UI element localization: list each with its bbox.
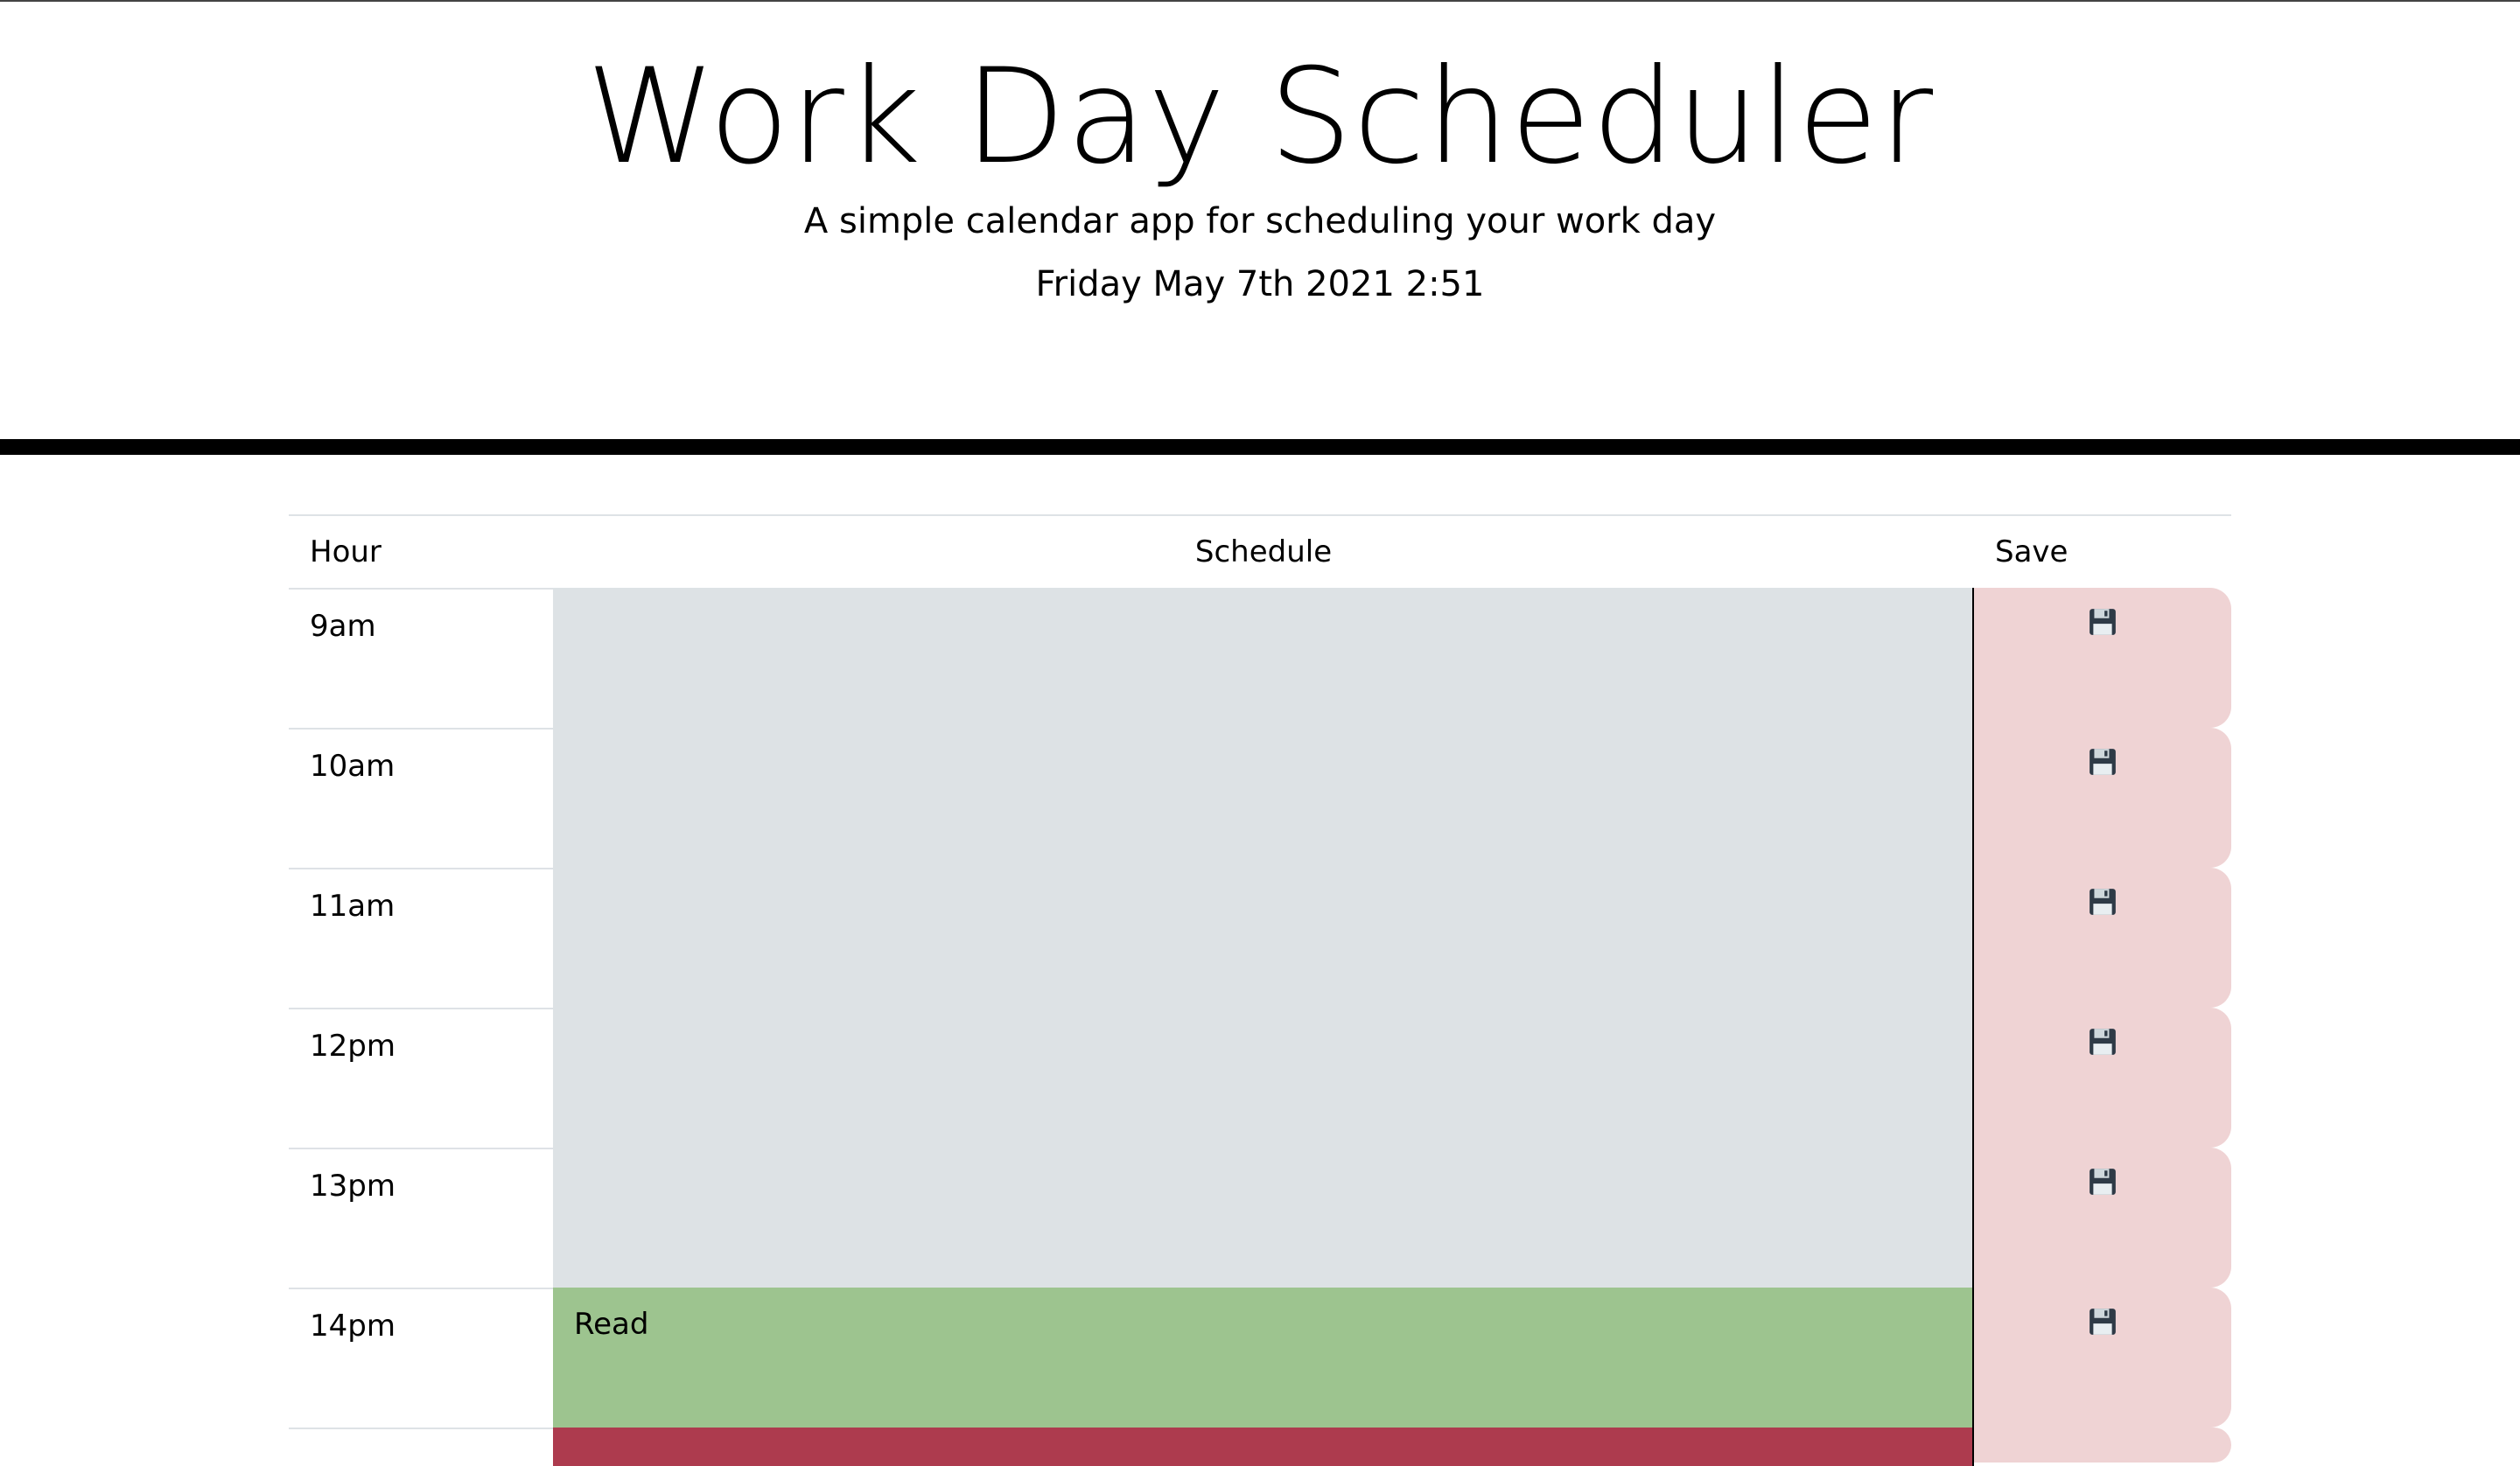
schedule-textarea[interactable] (553, 868, 1974, 1008)
time-block-row: 14pm Read (289, 1288, 2231, 1428)
floppy-disk-icon (2090, 1309, 2116, 1335)
schedule-textarea[interactable] (553, 1428, 1974, 1466)
schedule-textarea[interactable] (553, 728, 1974, 868)
time-block-row: 13pm (289, 1148, 2231, 1288)
hour-label: 10am (289, 728, 553, 868)
schedule-textarea[interactable] (553, 1008, 1974, 1148)
current-day: Friday May 7th 2021 2:51 (1035, 264, 1485, 304)
page-title: Work Day Scheduler (585, 41, 1935, 193)
time-block-row: 9am (289, 588, 2231, 728)
save-button[interactable] (1974, 1008, 2231, 1148)
schedule-column-header: Schedule (1194, 534, 1333, 569)
floppy-disk-icon (2090, 609, 2116, 635)
schedule-textarea[interactable]: Read (553, 1288, 1974, 1428)
hour-label: 11am (289, 868, 553, 1008)
hour-label: 9am (289, 588, 553, 728)
schedule-textarea[interactable] (553, 588, 1974, 728)
hour-column-header: Hour (310, 534, 382, 569)
save-button[interactable] (1974, 868, 2231, 1008)
page-subtitle: A simple calendar app for scheduling you… (803, 201, 1717, 241)
hour-label (289, 1428, 553, 1463)
save-button[interactable] (1974, 1148, 2231, 1288)
table-header: Hour Schedule Save (289, 514, 2231, 588)
hour-label: 14pm (289, 1288, 553, 1428)
save-button[interactable] (1974, 1288, 2231, 1428)
save-column-header: Save (1995, 534, 2068, 569)
scheduler-table: Hour Schedule Save 9am 10am 11am 12pm 13… (289, 514, 2231, 1466)
save-button[interactable] (1974, 588, 2231, 728)
floppy-disk-icon (2090, 749, 2116, 775)
time-block-row (289, 1428, 2231, 1466)
time-block-row: 12pm (289, 1008, 2231, 1148)
time-block-row: 10am (289, 728, 2231, 868)
floppy-disk-icon (2090, 1029, 2116, 1055)
page-header: Work Day Scheduler A simple calendar app… (0, 2, 2520, 455)
time-block-row: 11am (289, 868, 2231, 1008)
save-button[interactable] (1974, 728, 2231, 868)
hour-label: 12pm (289, 1008, 553, 1148)
schedule-textarea[interactable] (553, 1148, 1974, 1288)
hour-label: 13pm (289, 1148, 553, 1288)
save-button[interactable] (1974, 1428, 2231, 1463)
floppy-disk-icon (2090, 889, 2116, 915)
floppy-disk-icon (2090, 1169, 2116, 1195)
